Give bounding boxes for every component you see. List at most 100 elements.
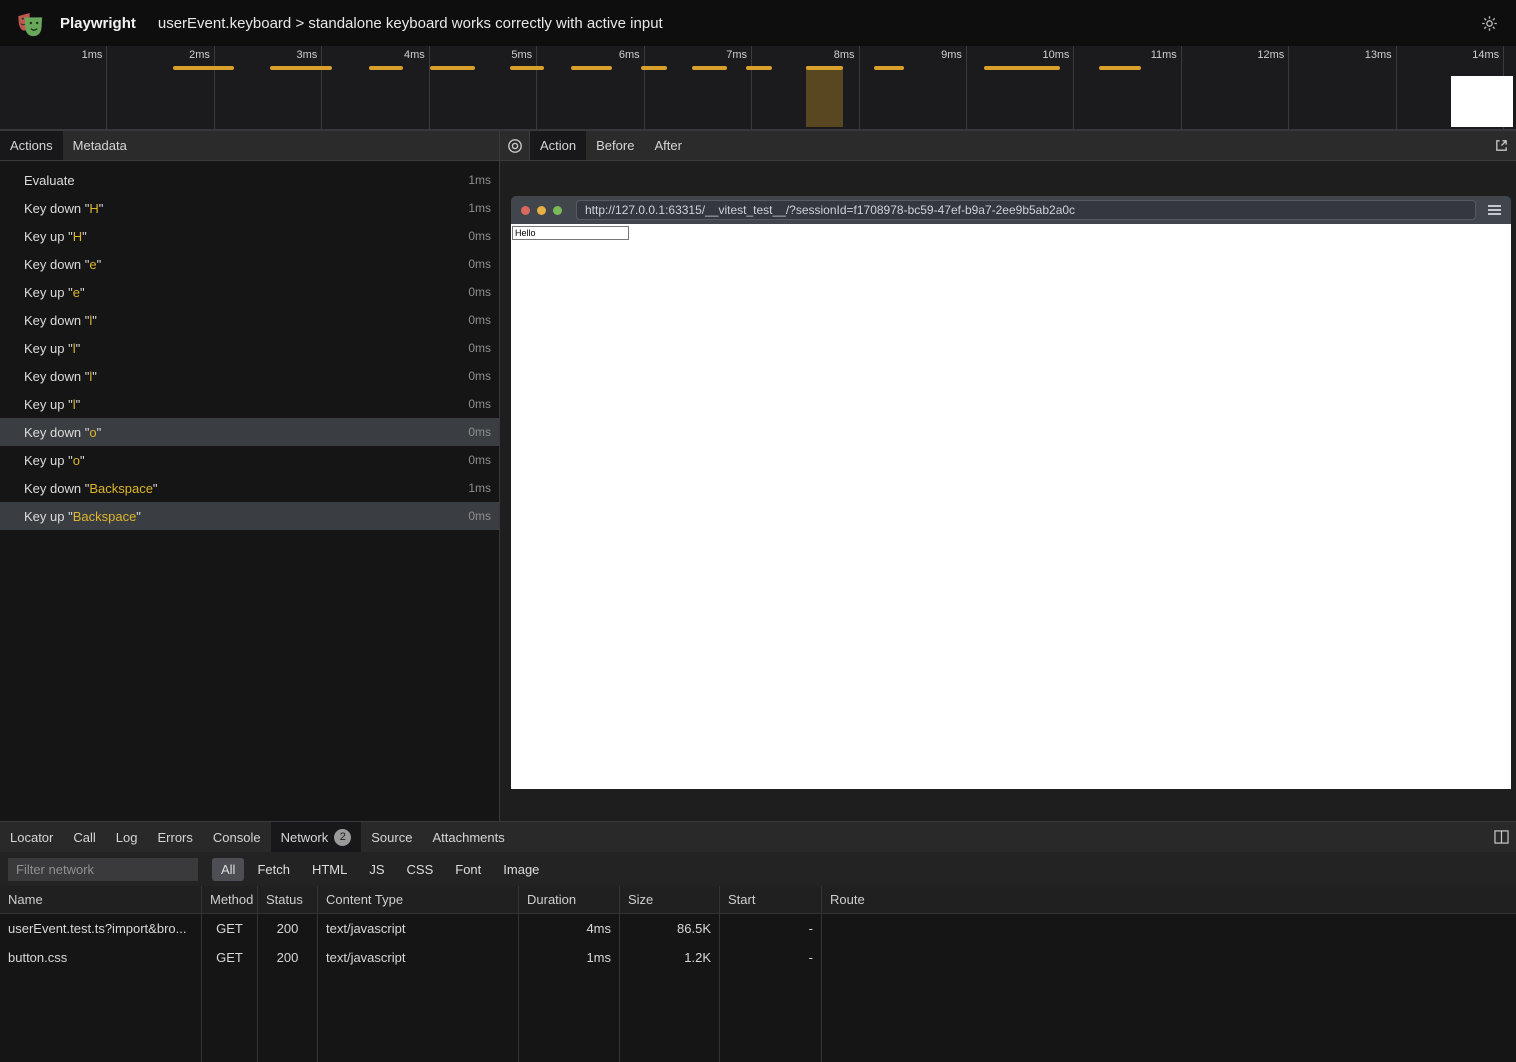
tab-metadata[interactable]: Metadata (63, 131, 137, 160)
action-duration: 0ms (468, 453, 491, 467)
action-row[interactable]: Key up "Backspace"0ms (0, 502, 499, 530)
action-row[interactable]: Evaluate1ms (0, 166, 499, 194)
cell-route (822, 914, 1516, 943)
tab-action[interactable]: Action (530, 131, 586, 160)
pick-locator-button[interactable] (500, 131, 530, 160)
timeline-action-bar[interactable] (270, 66, 332, 70)
tab-actions[interactable]: Actions (0, 131, 63, 160)
tab-network[interactable]: Network2 (271, 822, 362, 852)
action-row[interactable]: Key down "l"0ms (0, 306, 499, 334)
action-duration: 0ms (468, 285, 491, 299)
network-table-body: userEvent.test.ts?import&bro...GET200tex… (0, 914, 1516, 1062)
tab-errors[interactable]: Errors (147, 822, 202, 852)
filter-chip-fetch[interactable]: Fetch (248, 858, 299, 881)
timeline-action-bar[interactable] (571, 66, 612, 70)
action-key-value: o (73, 453, 80, 468)
minimize-window-icon (537, 206, 546, 215)
external-link-icon (1494, 138, 1509, 153)
timeline[interactable]: 1ms2ms3ms4ms5ms6ms7ms8ms9ms10ms11ms12ms1… (0, 46, 1516, 131)
filter-chip-js[interactable]: JS (360, 858, 393, 881)
action-duration: 1ms (468, 173, 491, 187)
timeline-action-bar[interactable] (173, 66, 234, 70)
action-row[interactable]: Key up "e"0ms (0, 278, 499, 306)
action-row[interactable]: Key down "o"0ms (0, 418, 499, 446)
timeline-action-bar[interactable] (806, 66, 843, 70)
app-title: Playwright (60, 15, 136, 32)
timeline-action-bar[interactable] (746, 66, 772, 70)
filler-cell (258, 972, 318, 1062)
action-row[interactable]: Key up "o"0ms (0, 446, 499, 474)
tab-locator[interactable]: Locator (0, 822, 63, 852)
tab-label: Locator (10, 830, 53, 845)
filter-chip-html[interactable]: HTML (303, 858, 356, 881)
action-duration: 1ms (468, 481, 491, 495)
gear-icon (1480, 14, 1499, 33)
action-duration: 0ms (468, 313, 491, 327)
timeline-action-bar[interactable] (510, 66, 544, 70)
action-row[interactable]: Key down "e"0ms (0, 250, 499, 278)
filler-cell (519, 972, 620, 1062)
network-request-row[interactable]: button.cssGET200text/javascript1ms1.2K- (0, 943, 1516, 972)
timeline-screenshot-thumbnail[interactable] (1451, 76, 1513, 127)
tab-call[interactable]: Call (63, 822, 105, 852)
snapshot-panel: ActionBeforeAfter htt (500, 131, 1516, 821)
action-row[interactable]: Key up "l"0ms (0, 334, 499, 362)
page-text-input[interactable] (512, 226, 629, 240)
tab-source[interactable]: Source (361, 822, 422, 852)
action-key-value: Backspace (73, 509, 137, 524)
tab-after[interactable]: After (644, 131, 691, 160)
action-title-quote: " (80, 285, 85, 300)
filter-chip-css[interactable]: CSS (398, 858, 443, 881)
tab-console[interactable]: Console (203, 822, 271, 852)
network-filter-input[interactable] (8, 858, 198, 881)
cell-content_type: text/javascript (318, 943, 519, 972)
tab-label: Before (596, 138, 634, 153)
action-row[interactable]: Key down "H"1ms (0, 194, 499, 222)
timeline-action-bar[interactable] (984, 66, 1060, 70)
snapshot-page (511, 224, 1511, 789)
filler-cell (822, 972, 1516, 1062)
timeline-action-bar[interactable] (692, 66, 727, 70)
tab-label: Errors (157, 830, 192, 845)
timeline-action-bar[interactable] (430, 66, 475, 70)
action-title: Key up " (24, 285, 73, 300)
bottom-panel: Locator Call Log Errors ConsoleNetwork2Sourc… (0, 821, 1516, 1062)
main-area: ActionsMetadata Evaluate1msKey down "H"1… (0, 131, 1516, 821)
filter-chip-all[interactable]: All (212, 858, 244, 881)
filter-chip-image[interactable]: Image (494, 858, 548, 881)
filter-chip-font[interactable]: Font (446, 858, 490, 881)
address-bar[interactable]: http://127.0.0.1:63315/__vitest_test__/?… (576, 200, 1476, 220)
timeline-action-bar[interactable] (369, 66, 403, 70)
tab-attachments[interactable]: Attachments (422, 822, 514, 852)
action-key-value: e (89, 257, 96, 272)
action-title: Key down " (24, 425, 89, 440)
timeline-action-bar[interactable] (641, 66, 667, 70)
cell-start: - (720, 943, 822, 972)
action-row[interactable]: Key down "Backspace"1ms (0, 474, 499, 502)
settings-button[interactable] (1476, 10, 1502, 36)
tab-before[interactable]: Before (586, 131, 644, 160)
tab-label: Network (281, 830, 329, 845)
timeline-selection (806, 66, 843, 127)
cell-name: button.css (0, 943, 202, 972)
actions-panel: ActionsMetadata Evaluate1msKey down "H"1… (0, 131, 500, 821)
timeline-canvas[interactable] (0, 46, 1516, 129)
action-duration: 0ms (468, 369, 491, 383)
action-row[interactable]: Key up "H"0ms (0, 222, 499, 250)
action-title-quote: " (99, 201, 104, 216)
tab-log[interactable]: Log (106, 822, 148, 852)
network-table-filler (0, 972, 1516, 1062)
action-title: Key up " (24, 341, 73, 356)
column-header-size: Size (620, 886, 720, 913)
network-request-row[interactable]: userEvent.test.ts?import&bro...GET200tex… (0, 914, 1516, 943)
column-header-method: Method (202, 886, 258, 913)
action-key-value: H (89, 201, 98, 216)
action-row[interactable]: Key down "l"0ms (0, 362, 499, 390)
open-snapshot-button[interactable] (1486, 131, 1516, 160)
action-row[interactable]: Key up "l"0ms (0, 390, 499, 418)
timeline-action-bar[interactable] (1099, 66, 1141, 70)
timeline-action-bar[interactable] (874, 66, 904, 70)
toggle-layout-button[interactable] (1486, 822, 1516, 852)
snapshot-browser-window: http://127.0.0.1:63315/__vitest_test__/?… (511, 196, 1511, 789)
tab-label: Log (116, 830, 138, 845)
